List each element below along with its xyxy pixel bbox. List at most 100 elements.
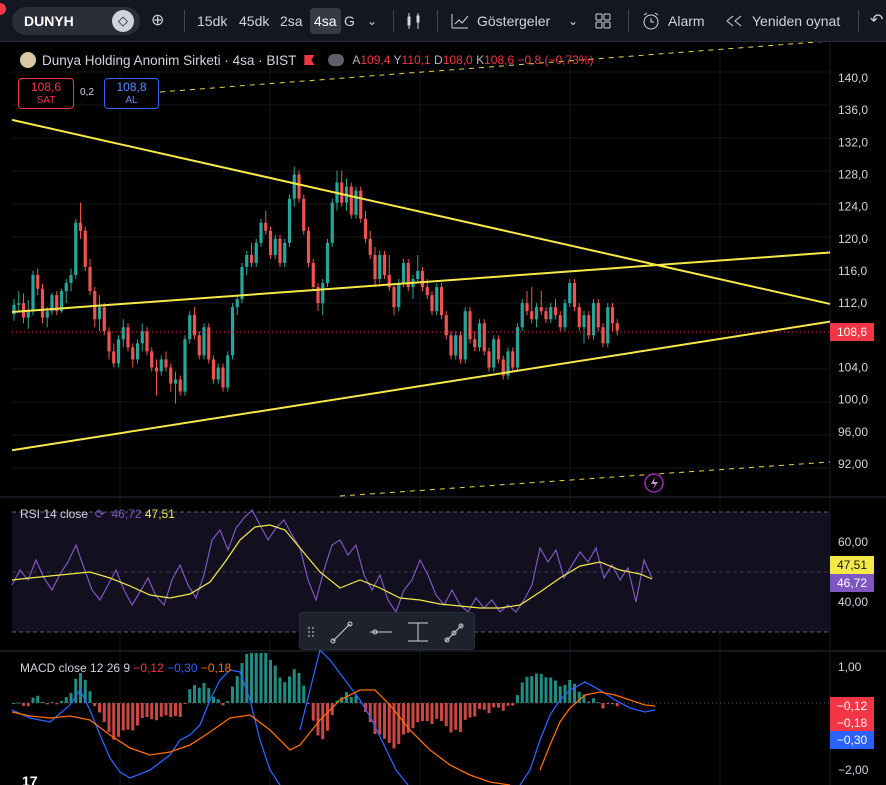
interval-45dk[interactable]: 45dk [239, 0, 269, 42]
channel-lower-dashed [339, 461, 831, 497]
horizontal-line-tool-icon [370, 629, 392, 635]
macd-title: MACD close 12 26 9 [20, 661, 131, 675]
buy-button[interactable]: 108,8 AL [104, 78, 159, 109]
candle-body [591, 303, 596, 336]
chart-legend: Dunya Holding Anonim Sirketi · 4sa · BIS… [20, 52, 594, 68]
chevron-down-icon[interactable]: ⌄ [367, 0, 377, 42]
macd-hist-bar [197, 687, 201, 703]
alarm-clock-icon[interactable] [641, 0, 661, 42]
candle-body [325, 242, 330, 284]
visibility-icon[interactable] [328, 54, 345, 66]
tradingview-logo[interactable]: 17 [22, 773, 38, 785]
candle-body [254, 242, 258, 263]
candle-body [126, 327, 130, 348]
macd-hist-bar [525, 676, 529, 703]
macd-hist-bar [231, 686, 234, 703]
price-axis-label: 92,00 [838, 457, 868, 471]
flag-icon[interactable] [304, 55, 315, 65]
macd-hist-bar [501, 703, 505, 711]
candle-body [544, 311, 548, 320]
candle-body [511, 351, 515, 368]
macd-hist-bar [468, 703, 472, 718]
macd-hist-bar [449, 703, 453, 733]
macd-hist-bar [387, 703, 391, 743]
layout-grid-icon[interactable] [594, 0, 612, 42]
candle-body [515, 327, 520, 368]
rsi-legend[interactable]: RSI 14 close ⟳ 46,72 47,51 [20, 507, 175, 521]
candle-body [530, 311, 534, 320]
interval-g[interactable]: G [344, 0, 355, 42]
candle-body [259, 222, 263, 243]
candle-body [549, 307, 553, 320]
macd-hist-bar [321, 703, 325, 740]
candle-body [435, 287, 439, 312]
macd-hist-bar [17, 702, 21, 704]
candle-body [606, 307, 610, 344]
alarm-button[interactable]: Alarm [668, 0, 705, 42]
replay-button[interactable]: Yeniden oynat [752, 0, 840, 42]
price-axis: 140,0 136,0 132,0 128,0 124,0 120,0 116,0 112,0… [838, 71, 868, 471]
rsi-axis-40: 40,00 [838, 595, 869, 609]
candle-body [349, 186, 353, 215]
buy-price: 108,8 [116, 80, 147, 94]
macd-hist-bar [264, 653, 268, 703]
macd-hist-bar [378, 703, 382, 735]
macd-hist-bar [155, 703, 158, 721]
indicators-icon[interactable] [450, 0, 470, 42]
interval-4sa[interactable]: 4sa [310, 8, 341, 34]
candle-body [468, 311, 472, 340]
candle-body [221, 367, 225, 388]
sell-button[interactable]: 108,6 SAT [18, 78, 74, 109]
company-logo-icon [20, 52, 36, 68]
macd-hist-bar [302, 685, 306, 703]
interval-15dk[interactable]: 15dk [197, 0, 227, 42]
macd-hist-bar [126, 703, 130, 730]
macd-legend[interactable]: MACD close 12 26 9 −0,12 −0,30 −0,18 [20, 661, 231, 675]
candle-body [558, 315, 562, 328]
trendline-tool-icon [330, 621, 353, 644]
indicators-button[interactable]: Göstergeler [477, 0, 550, 42]
candle-body [36, 275, 40, 289]
add-symbol-icon[interactable]: ⊕ [151, 0, 164, 42]
close-value: 108,6 [484, 53, 515, 67]
macd-hist-bar [440, 703, 443, 722]
candle-body [287, 198, 292, 243]
candle-body [610, 307, 615, 324]
candle-body [525, 303, 529, 312]
candle-body [69, 275, 73, 284]
macd-hist-bar [473, 703, 477, 717]
macd-tag: −0,30 [830, 731, 874, 749]
macd-hist-bar [98, 703, 101, 713]
candle-body [235, 299, 239, 308]
candle-type-icon[interactable] [405, 0, 423, 42]
macd-hist-value: −0,12 [133, 661, 164, 675]
interval-2sa[interactable]: 2sa [280, 0, 303, 42]
candle-body [226, 355, 230, 388]
macd-hist-bar [292, 669, 296, 703]
candle-body [230, 307, 235, 356]
chevron-down-icon[interactable]: ⌄ [568, 0, 578, 42]
macd-hist-bar [107, 703, 111, 732]
undo-icon[interactable]: ↶ [870, 0, 883, 42]
symbol-search[interactable]: DUNYH ◇ [12, 7, 140, 35]
diamond-icon[interactable]: ◇ [112, 10, 134, 32]
macd-hist-bar [549, 677, 553, 703]
candle-body [363, 218, 368, 239]
rsi-tag: 46,72 [830, 574, 874, 592]
replay-icon[interactable] [725, 0, 743, 42]
candle-body [249, 254, 254, 263]
macd-hist-bar [159, 703, 163, 717]
macd-hist-bar [397, 703, 401, 745]
candle-body [216, 367, 220, 380]
macd-hist-bar [411, 703, 415, 729]
drag-handle-icon [307, 626, 315, 638]
candle-body [116, 339, 121, 364]
candle-body [45, 311, 49, 318]
candle-body [150, 351, 154, 368]
candle-body [534, 307, 539, 320]
macd-hist-bar [383, 703, 386, 739]
rsi-ma-value: 47,51 [144, 507, 175, 521]
legend-title[interactable]: Dunya Holding Anonim Sirketi · 4sa · BIS… [42, 53, 296, 68]
candle-body [107, 331, 111, 352]
macd-hist-bar [478, 703, 481, 709]
